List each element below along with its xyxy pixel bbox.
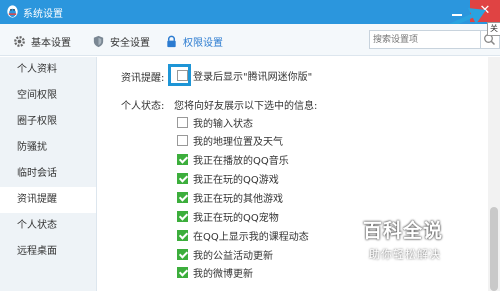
- news-mini-label: 登录后显示"腾讯网迷你版": [193, 71, 313, 83]
- status-checkbox[interactable]: [177, 248, 188, 260]
- status-checkbox[interactable]: [177, 153, 188, 165]
- tab-security-settings[interactable]: 安全设置: [92, 32, 150, 50]
- qq-penguin-icon: [7, 5, 18, 18]
- personal-status-label: 个人状态:: [121, 101, 165, 112]
- status-option[interactable]: 我正在播放的QQ音乐: [177, 151, 289, 167]
- status-option-label: 我的微博更新: [193, 268, 253, 280]
- status-option[interactable]: 我正在玩的QQ宠物: [177, 208, 279, 224]
- sidebar-item-profile[interactable]: 个人资料: [0, 57, 96, 83]
- sidebar-item-news-reminder[interactable]: 资讯提醒: [0, 187, 96, 213]
- tab-basic-settings[interactable]: 基本设置: [13, 32, 71, 50]
- watermark-title: 百科全说: [363, 220, 444, 242]
- lock-icon: [167, 35, 176, 47]
- status-checkbox[interactable]: [177, 116, 188, 128]
- status-option[interactable]: 我的公益活动更新: [177, 246, 273, 262]
- sidebar-item-personal-status[interactable]: 个人状态: [0, 213, 96, 239]
- toolbar: 基本设置 安全设置 权限设置: [0, 24, 500, 56]
- news-reminder-label: 资讯提醒:: [121, 73, 165, 84]
- sidebar-item-temp-chat[interactable]: 临时会话: [0, 161, 96, 187]
- tab-label: 安全设置: [110, 37, 150, 49]
- status-option[interactable]: 在QQ上显示我的课程动态: [177, 227, 309, 243]
- watermark: 百科全说 助你轻松解决: [363, 216, 483, 266]
- sidebar-item-anti-harassment[interactable]: 防骚扰: [0, 135, 96, 161]
- gear-icon: [14, 35, 25, 47]
- news-mini-option[interactable]: 登录后显示"腾讯网迷你版": [177, 67, 312, 83]
- status-option-label: 我的公益活动更新: [193, 250, 273, 262]
- status-checkbox[interactable]: [177, 191, 188, 203]
- status-option[interactable]: 我的输入状态: [177, 114, 253, 130]
- status-description: 您将向好友展示以下选中的信息:: [174, 101, 318, 112]
- status-option[interactable]: 我正在玩的QQ游戏: [177, 170, 279, 186]
- shield-icon: [93, 35, 104, 47]
- scrollbar[interactable]: [488, 57, 500, 291]
- status-option-label: 我正在玩的QQ游戏: [193, 174, 279, 186]
- sidebar-item-space-permission[interactable]: 空间权限: [0, 83, 96, 109]
- close-tooltip: 关: [487, 22, 500, 36]
- status-checkbox[interactable]: [177, 229, 188, 241]
- search-input[interactable]: [369, 30, 481, 49]
- status-option-label: 我正在玩的其他游戏: [193, 193, 283, 205]
- sidebar-item-remote-desktop[interactable]: 远程桌面: [0, 239, 96, 265]
- watermark-subtitle: 助你轻松解决: [369, 248, 441, 261]
- status-option[interactable]: 我的微博更新: [177, 264, 253, 280]
- status-checkbox[interactable]: [177, 172, 188, 184]
- status-option-label: 我的输入状态: [193, 118, 253, 130]
- tab-label: 基本设置: [31, 37, 71, 49]
- status-checkbox[interactable]: [177, 266, 188, 278]
- status-option-label: 我正在玩的QQ宠物: [193, 212, 279, 224]
- status-checkbox[interactable]: [177, 210, 188, 222]
- status-option-label: 在QQ上显示我的课程动态: [193, 231, 309, 243]
- title-bar: 系统设置 ✕: [0, 0, 500, 24]
- status-option[interactable]: 我的地理位置及天气: [177, 132, 283, 148]
- tab-label: 权限设置: [183, 37, 223, 49]
- status-option[interactable]: 我正在玩的其他游戏: [177, 189, 283, 205]
- tab-permission-settings[interactable]: 权限设置: [165, 32, 223, 50]
- window-title: 系统设置: [23, 9, 63, 20]
- status-option-label: 我正在播放的QQ音乐: [193, 155, 289, 167]
- status-checkbox[interactable]: [177, 134, 188, 146]
- status-option-label: 我的地理位置及天气: [193, 136, 283, 148]
- scroll-thumb[interactable]: [490, 207, 498, 291]
- annotation-highlight-box: [168, 64, 191, 86]
- sidebar-item-circle-permission[interactable]: 圈子权限: [0, 109, 96, 135]
- sidebar: 个人资料 空间权限 圈子权限 防骚扰 临时会话 资讯提醒 个人状态 远程桌面: [0, 57, 97, 291]
